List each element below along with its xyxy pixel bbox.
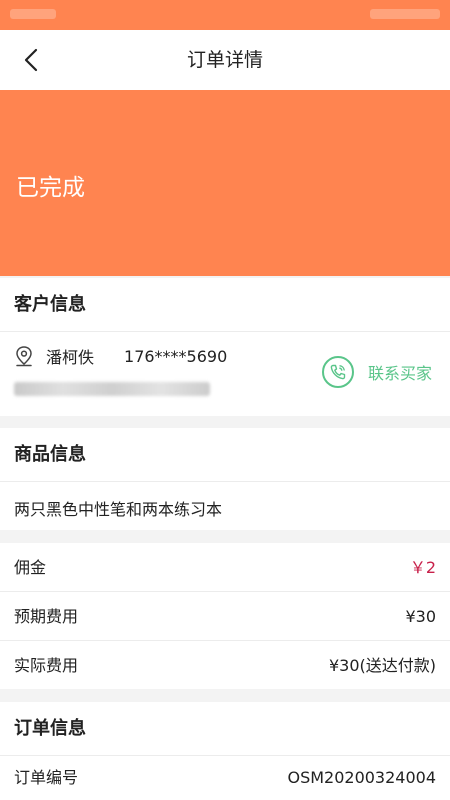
status-bar-carrier [10, 9, 56, 19]
order-info-card: 订单信息 订单编号 OSM20200324004 [0, 702, 450, 800]
customer-phone: 176****5690 [124, 346, 228, 366]
expected-fee-label: 预期费用 [14, 607, 79, 626]
order-status-banner: 已完成 [0, 90, 450, 276]
order-number-label: 订单编号 [14, 768, 79, 787]
goods-description: 两只黑色中性笔和两本练习本 [14, 500, 223, 519]
order-number-value: OSM20200324004 [287, 768, 436, 787]
actual-fee-value: ¥30(送达付款) [328, 656, 436, 675]
order-section-title: 订单信息 [0, 702, 450, 756]
goods-section-title: 商品信息 [0, 428, 450, 482]
customer-row: 潘柯佚 176****5690 [14, 344, 227, 368]
status-bar-indicators [370, 9, 440, 19]
contact-buyer-label: 联系买家 [368, 364, 433, 383]
goods-info-card: 商品信息 两只黑色中性笔和两本练习本 [0, 428, 450, 530]
customer-info-card: 客户信息 潘柯佚 176****5690 联系买家 [0, 278, 450, 416]
customer-section-title: 客户信息 [0, 278, 450, 332]
actual-fee-row: 实际费用 ¥30(送达付款) [0, 641, 450, 690]
status-bar [0, 0, 450, 30]
expected-fee-row: 预期费用 ¥30 [0, 592, 450, 641]
nav-bar: 订单详情 [0, 30, 450, 90]
fees-card: 佣金 ￥2 预期费用 ¥30 实际费用 ¥30(送达付款) [0, 543, 450, 689]
customer-name: 潘柯佚 [46, 348, 95, 367]
phone-icon [322, 356, 354, 388]
contact-buyer-button[interactable]: 联系买家 [322, 356, 432, 388]
actual-fee-label: 实际费用 [14, 656, 79, 675]
customer-address-blurred [14, 382, 210, 396]
page-title: 订单详情 [186, 49, 263, 71]
commission-row: 佣金 ￥2 [0, 543, 450, 592]
order-status-text: 已完成 [16, 175, 85, 201]
order-number-row: 订单编号 OSM20200324004 [0, 756, 450, 800]
commission-value: ￥2 [409, 558, 436, 577]
commission-label: 佣金 [14, 558, 47, 577]
location-pin-icon [16, 346, 32, 367]
expected-fee-value: ¥30 [405, 607, 436, 626]
